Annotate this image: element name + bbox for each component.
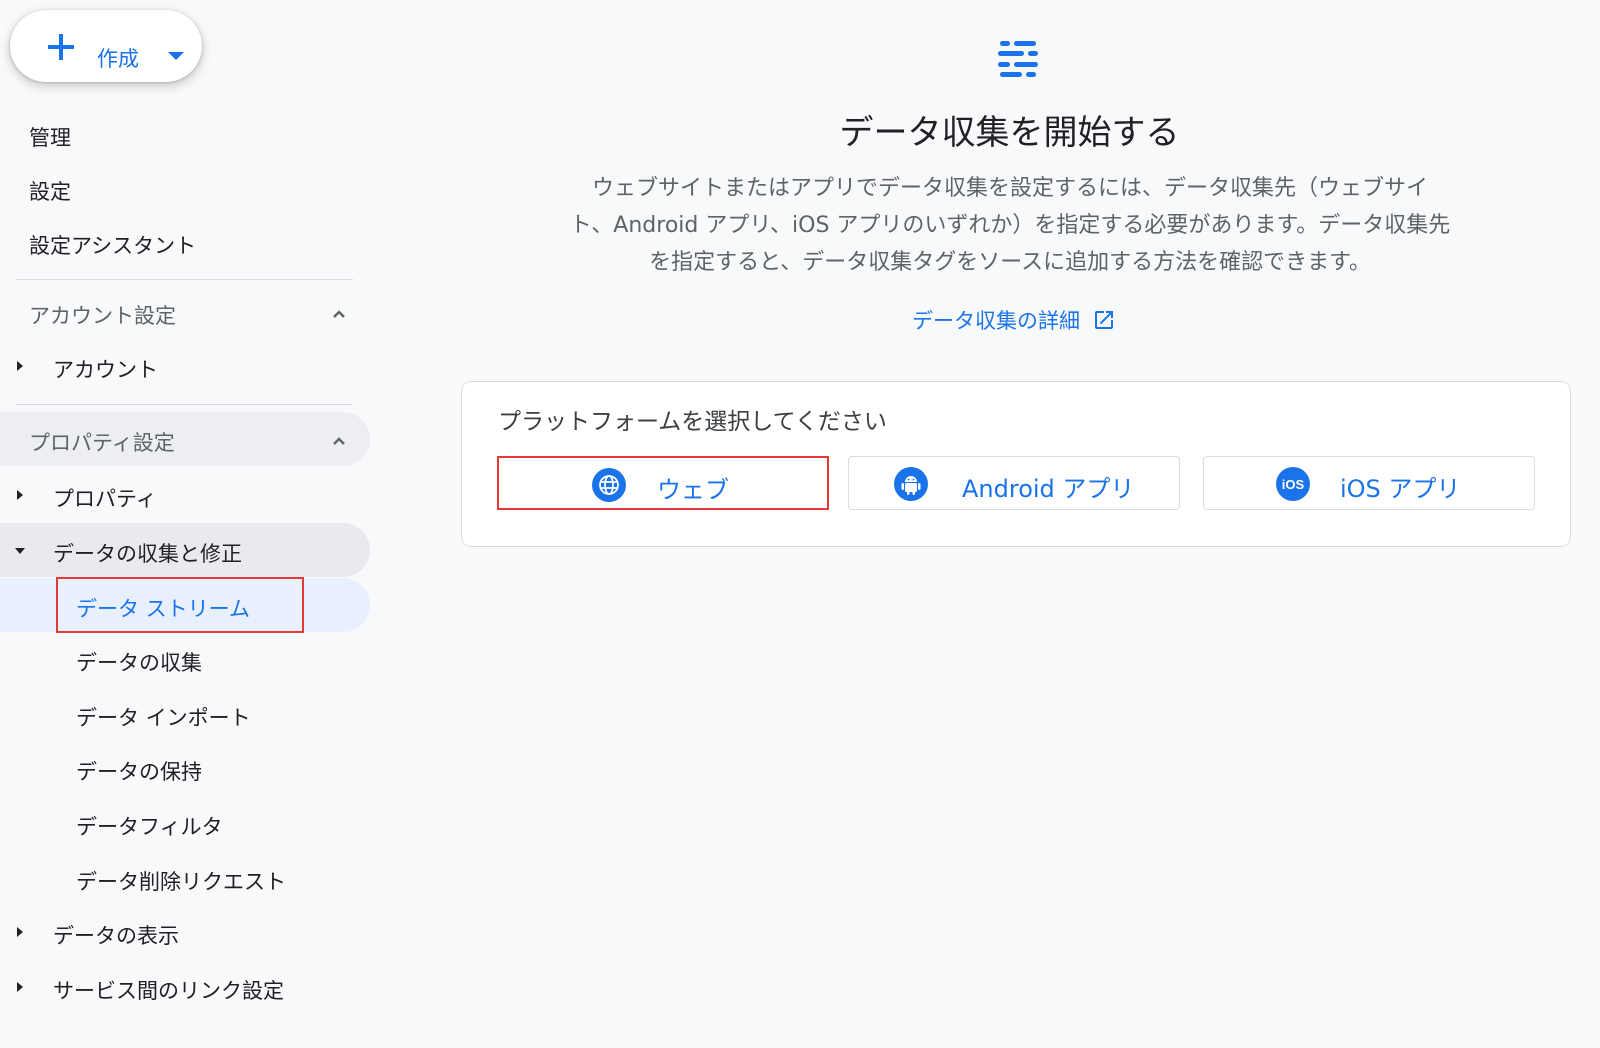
description-line: ト、Android アプリ、iOS アプリのいずれか）を指定する必要があります。… <box>569 213 1451 238</box>
sub-item-label: データ削除リクエスト <box>76 870 286 894</box>
create-button-label: 作成 <box>97 47 139 71</box>
platform-card-title: プラットフォームを選択してください <box>498 409 887 435</box>
svg-text:iOS: iOS <box>1282 477 1305 492</box>
sidebar: 作成 管理 設定 設定アシスタント アカウント設定 アカウント プロパティ設定 … <box>0 0 372 1048</box>
account-settings-header[interactable]: アカウント設定 <box>0 285 370 339</box>
sub-item-label: データフィルタ <box>76 815 223 839</box>
tree-item-data-collection-label: データの収集と修正 <box>53 542 242 566</box>
account-settings-title: アカウント設定 <box>29 304 176 328</box>
tree-item-service-links-label: サービス間のリンク設定 <box>53 979 284 1003</box>
learn-more-label: データ収集の詳細 <box>912 309 1080 333</box>
nav-admin[interactable]: 管理 <box>0 107 372 161</box>
collapse-arrow-icon <box>15 548 25 554</box>
nav-admin-label: 管理 <box>29 126 71 150</box>
page-description: ウェブサイトまたはアプリでデータ収集を設定するには、データ収集先（ウェブサイ ト… <box>530 170 1490 281</box>
main-content: データ収集を開始する ウェブサイトまたはアプリでデータ収集を設定するには、データ… <box>372 0 1600 1048</box>
property-settings-title: プロパティ設定 <box>29 431 175 455</box>
sub-item-label: データの保持 <box>76 760 202 784</box>
nav-settings-label: 設定 <box>29 180 71 204</box>
external-link-icon <box>1095 311 1113 329</box>
nav-setup-assistant[interactable]: 設定アシスタント <box>0 215 372 269</box>
android-icon <box>894 467 928 501</box>
plus-icon <box>48 34 74 60</box>
web-platform-button[interactable]: ウェブ <box>497 456 829 510</box>
ios-platform-button[interactable]: iOS iOS アプリ <box>1203 456 1535 510</box>
tree-item-property-label: プロパティ <box>53 487 157 511</box>
sub-item-label: データ インポート <box>76 706 251 730</box>
sub-item-label: データの収集 <box>76 651 202 675</box>
expand-arrow-icon <box>17 982 23 992</box>
sub-item-data-streams[interactable]: データ ストリーム <box>0 578 370 632</box>
expand-arrow-icon <box>17 490 23 500</box>
tree-item-data-display-label: データの表示 <box>53 924 179 948</box>
nav-setup-assistant-label: 設定アシスタント <box>29 234 197 258</box>
property-settings-header[interactable]: プロパティ設定 <box>0 412 370 466</box>
description-line: を指定すると、データ収集タグをソースに追加する方法を確認できます。 <box>649 250 1371 275</box>
ios-icon: iOS <box>1276 467 1310 501</box>
ios-platform-label: iOS アプリ <box>1340 475 1461 503</box>
web-platform-label: ウェブ <box>657 476 729 504</box>
tree-item-service-links[interactable]: サービス間のリンク設定 <box>0 960 372 1014</box>
nav-settings[interactable]: 設定 <box>0 161 372 215</box>
sub-item-data-import[interactable]: データ インポート <box>0 687 372 741</box>
dropdown-caret-icon <box>168 52 184 60</box>
chevron-up-icon <box>333 310 345 318</box>
android-platform-button[interactable]: Android アプリ <box>848 456 1180 510</box>
tree-item-account[interactable]: アカウント <box>0 339 372 393</box>
learn-more-link[interactable]: データ収集の詳細 <box>912 305 1116 335</box>
sub-item-data-filters[interactable]: データフィルタ <box>0 796 372 850</box>
tree-item-data-display[interactable]: データの表示 <box>0 905 372 959</box>
divider <box>16 404 353 405</box>
globe-icon <box>592 468 626 502</box>
chevron-up-icon <box>333 437 345 445</box>
android-platform-label: Android アプリ <box>962 475 1135 503</box>
sub-item-data-deletion-requests[interactable]: データ削除リクエスト <box>0 851 372 905</box>
sub-item-data-retention[interactable]: データの保持 <box>0 741 372 795</box>
tree-item-property[interactable]: プロパティ <box>0 468 372 522</box>
sub-item-label: データ ストリーム <box>76 597 251 621</box>
tree-item-account-label: アカウント <box>53 358 158 382</box>
sub-item-data-collection[interactable]: データの収集 <box>0 632 372 686</box>
create-button[interactable]: 作成 <box>10 10 202 82</box>
expand-arrow-icon <box>17 927 23 937</box>
page-title: データ収集を開始する <box>839 113 1180 153</box>
expand-arrow-icon <box>17 361 23 371</box>
divider <box>16 279 353 280</box>
data-streams-icon <box>998 41 1038 77</box>
description-line: ウェブサイトまたはアプリでデータ収集を設定するには、データ収集先（ウェブサイ <box>591 176 1428 201</box>
tree-item-data-collection[interactable]: データの収集と修正 <box>0 523 370 577</box>
platform-card: プラットフォームを選択してください ウェブ Android アプリ iOS iO… <box>461 381 1571 547</box>
